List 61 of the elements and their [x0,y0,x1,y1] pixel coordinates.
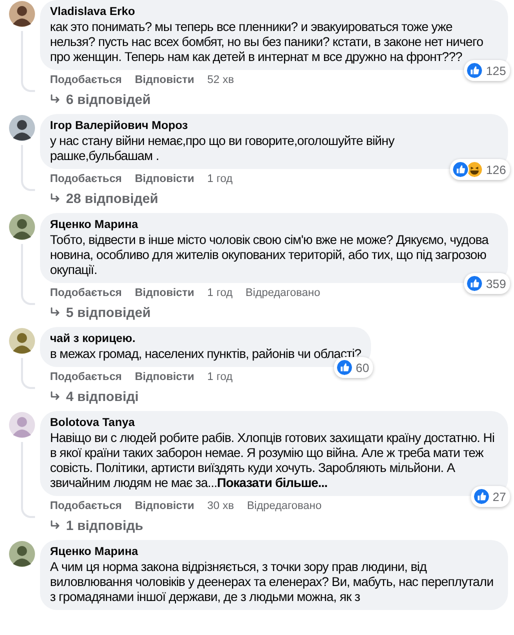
comment-text: А чим ця норма закона відрізняється, з точки зору прав людини, від виловлювання чоловіків у деенерах та еленерах? Ви, мабуть, нас переплутали з громадянами іншої держави, де з людьми можна, як з [50,559,494,604]
like-link[interactable]: Подобається [50,286,122,300]
reply-link[interactable]: Відповісти [134,286,194,300]
comment-time[interactable]: 1 год [207,370,233,384]
like-link[interactable]: Подобається [50,499,122,513]
reaction-count: 359 [486,276,506,290]
reply-link[interactable]: Відповісти [134,370,194,384]
like-icon [472,488,490,505]
avatar[interactable] [9,115,35,141]
reply-link[interactable]: Відповісти [134,499,194,513]
laughing-face-icon [466,161,483,178]
comment-time[interactable]: 30 хв [207,499,234,513]
reaction-count: 60 [356,360,370,374]
comment-time[interactable]: 1 год [207,172,233,186]
avatar[interactable] [9,1,35,27]
reply-link[interactable]: Відповісти [134,172,194,186]
reaction-badge[interactable]: 359 [464,273,510,294]
avatar[interactable] [9,214,35,240]
thread-line [21,244,35,305]
author-name[interactable]: Bolotova Tanya [50,416,498,430]
reaction-badge[interactable]: 125 [464,60,510,81]
view-replies-link[interactable]: 5 відповідей [66,304,151,320]
reaction-count: 126 [486,162,506,176]
reply-arrow-icon [50,391,61,401]
reply-arrow-icon [50,94,61,104]
show-more-link[interactable]: Показати більше... [217,475,328,490]
view-replies-link[interactable]: 1 відповідь [66,518,144,532]
thread-line [21,145,35,191]
view-replies-link[interactable]: 28 відповідей [66,190,158,206]
comment-text: у нас стану війни немає,про що ви говорите,оголошуйте війну рашке,бульбашам . [50,133,396,163]
like-link[interactable]: Подобається [50,370,122,384]
thread-line [21,31,35,92]
like-icon [452,161,469,178]
reaction-count: 125 [486,64,506,78]
like-icon [466,62,483,79]
like-icon [336,359,353,376]
view-replies-link[interactable]: 6 відповідей [66,92,151,106]
edited-label: Відредаговано [246,499,322,513]
reaction-badge[interactable]: 60 [334,357,374,378]
author-name[interactable]: Ігор Валерійович Мороз [50,119,498,133]
reply-arrow-icon [50,520,61,530]
like-icon [466,275,483,292]
reaction-count: 27 [492,490,506,504]
avatar[interactable] [9,328,35,354]
author-name[interactable]: Vladislava Erko [50,5,498,19]
thread-line [21,358,35,389]
reaction-badge[interactable]: 126 [450,159,510,180]
like-link[interactable]: Подобається [50,73,122,87]
like-link[interactable]: Подобається [50,172,122,186]
edited-label: Відредаговано [246,286,320,300]
reaction-badge[interactable]: 27 [470,486,510,507]
reply-link[interactable]: Відповісти [134,73,194,87]
avatar[interactable] [9,541,35,567]
reply-arrow-icon [50,193,61,203]
author-name[interactable]: чай з корицею. [50,332,362,346]
view-replies-link[interactable]: 4 відповіді [66,388,139,404]
reply-arrow-icon [50,307,61,317]
comment-time[interactable]: 52 хв [207,73,234,87]
author-name[interactable]: Яценко Марина [50,218,498,232]
author-name[interactable]: Яценко Марина [50,545,498,559]
comment-time[interactable]: 1 год [207,286,233,300]
